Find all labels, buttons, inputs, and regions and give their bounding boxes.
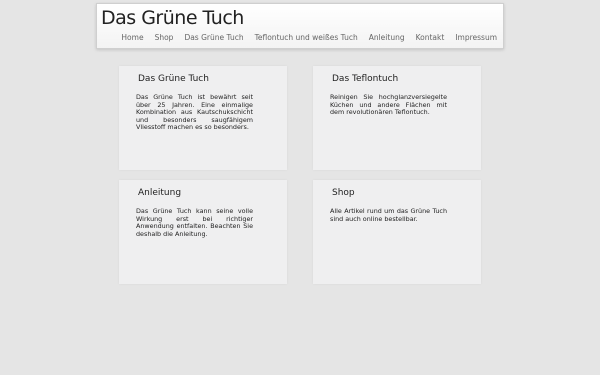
nav-shop[interactable]: Shop (155, 33, 174, 42)
box-text: Alle Artikel rund um das Grüne Tuch sind… (330, 207, 447, 223)
box-title[interactable]: Das Grüne Tuch (138, 74, 209, 84)
box-teflontuch: Das Teflontuch Reinigen Sie hochglanzver… (313, 66, 481, 170)
nav-kontakt[interactable]: Kontakt (416, 33, 445, 42)
box-anleitung: Anleitung Das Grüne Tuch kann seine voll… (119, 180, 287, 284)
nav-anleitung[interactable]: Anleitung (369, 33, 405, 42)
box-text: Das Grüne Tuch kann seine volle Wirkung … (136, 207, 253, 238)
nav-home[interactable]: Home (121, 33, 143, 42)
nav-das-gruene-tuch[interactable]: Das Grüne Tuch (184, 33, 243, 42)
box-text: Reinigen Sie hochglanzversiegelte Küchen… (330, 93, 447, 117)
nav-teflontuch[interactable]: Teflontuch und weißes Tuch (255, 33, 358, 42)
box-das-gruene-tuch: Das Grüne Tuch Das Grüne Tuch ist bewähr… (119, 66, 287, 170)
main-nav: Home Shop Das Grüne Tuch Teflontuch und … (110, 33, 497, 42)
box-text: Das Grüne Tuch ist bewährt seit über 25 … (136, 93, 253, 132)
box-title[interactable]: Shop (332, 188, 355, 198)
box-shop: Shop Alle Artikel rund um das Grüne Tuch… (313, 180, 481, 284)
nav-impressum[interactable]: Impressum (455, 33, 497, 42)
box-title[interactable]: Das Teflontuch (332, 74, 398, 84)
box-title[interactable]: Anleitung (138, 188, 181, 198)
site-header: Das Grüne Tuch Home Shop Das Grüne Tuch … (96, 3, 504, 49)
site-logo[interactable]: Das Grüne Tuch (101, 7, 244, 29)
